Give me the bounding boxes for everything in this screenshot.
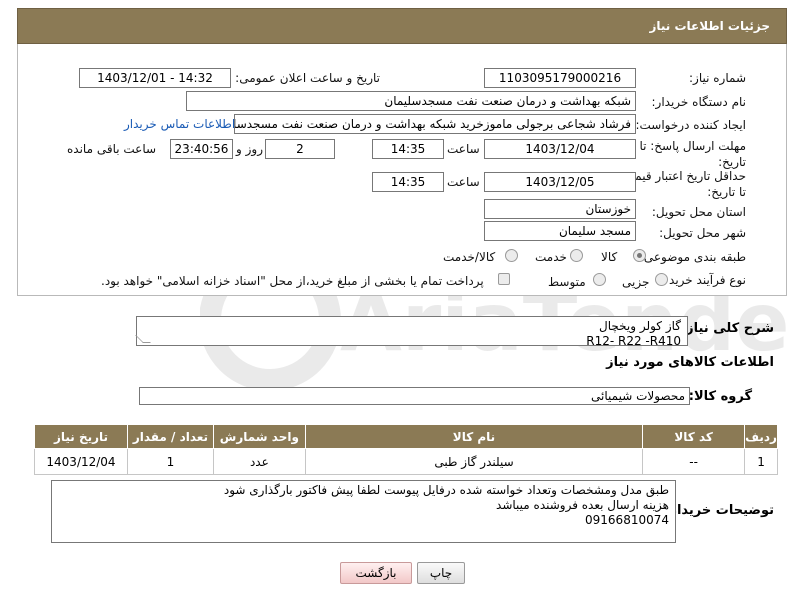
treasury-bonds-checkbox[interactable]	[498, 273, 510, 285]
goods-group-field: محصولات شیمیائی	[139, 387, 690, 405]
city-label: شهر محل تحویل:	[659, 226, 746, 240]
buyer-notes-label: توضیحات خریدار:	[664, 503, 774, 518]
cell-code: --	[642, 448, 746, 475]
remaining-time-field: 23:40:56	[170, 139, 233, 159]
need-description-label: شرح کلی نیاز:	[680, 321, 774, 336]
col-header-date: تاریخ نیاز	[34, 424, 128, 449]
process-minor-radio[interactable]	[655, 273, 668, 286]
reply-date-field: 1403/12/04	[484, 139, 636, 159]
panel-header: جزئیات اطلاعات نیاز	[17, 8, 787, 44]
city-field: مسجد سلیمان	[484, 221, 636, 241]
buyer-contact-link[interactable]: اطلاعات تماس خریدار	[124, 117, 235, 131]
col-header-unit: واحد شمارش	[212, 424, 306, 449]
category-goods-radio[interactable]	[633, 249, 646, 262]
table-row: 1 -- سیلندر گاز طبی عدد 1 1403/12/04	[34, 448, 778, 475]
cell-name: سیلندر گاز طبی	[304, 448, 644, 475]
announce-datetime-label: تاریخ و ساعت اعلان عمومی:	[235, 71, 380, 85]
need-description-textarea: گاز کولر ویخچال R12- R22 -R410	[135, 316, 688, 348]
need-number-field: 1103095179000216	[484, 68, 636, 88]
goods-group-label: گروه کالا:	[688, 389, 752, 404]
need-number-label: شماره نیاز:	[689, 71, 746, 85]
buyer-notes-line-1: طبق مدل ومشخصات وتعداد خواسته شده درفایل…	[223, 483, 669, 497]
process-medium-label: متوسط	[548, 275, 586, 289]
province-label: استان محل تحویل:	[651, 205, 746, 219]
category-goods-label: کالا	[601, 250, 618, 264]
cell-row-num: 1	[744, 448, 778, 475]
cell-quantity: 1	[127, 448, 214, 475]
requester-label: ایجاد کننده درخواست:	[635, 118, 746, 132]
col-header-code: کد کالا	[642, 424, 746, 449]
reply-time-field: 14:35	[372, 139, 444, 159]
requester-field: فرشاد شجاعی برجولی ماموزخرید شبکه بهداشت…	[234, 114, 636, 134]
province-field: خوزستان	[484, 199, 636, 219]
price-validity-time-field: 14:35	[372, 172, 444, 192]
reply-time-label: ساعت	[447, 142, 480, 156]
buyer-notes-line-2: هزینه ارسال بعده فروشنده میباشد	[496, 498, 669, 512]
price-validity-time-label: ساعت	[447, 175, 480, 189]
cell-unit: عدد	[212, 448, 306, 475]
remaining-label: ساعت باقی مانده	[67, 142, 157, 156]
category-label: طبقه بندی موضوعی:	[639, 250, 746, 264]
need-description-line-2: R12- R22 -R410	[586, 334, 681, 348]
treasury-bonds-text: پرداخت تمام یا بخشی از مبلغ خرید،از محل …	[101, 274, 484, 288]
col-header-row-num: ردیف	[744, 424, 778, 449]
print-button[interactable]: چاپ	[417, 562, 465, 584]
goods-info-heading: اطلاعات کالاهای مورد نیاز	[606, 355, 774, 370]
category-goods-service-radio[interactable]	[505, 249, 518, 262]
table-header-row: ردیف کد کالا نام کالا واحد شمارش تعداد /…	[34, 424, 778, 449]
col-header-quantity: تعداد / مقدار	[127, 424, 214, 449]
category-service-label: خدمت	[535, 250, 567, 264]
buyer-notes-textarea: طبق مدل ومشخصات وتعداد خواسته شده درفایل…	[51, 480, 676, 543]
reply-deadline-label: مهلت ارسال پاسخ: تا تاریخ:	[639, 139, 746, 169]
category-goods-service-label: کالا/خدمت	[443, 250, 496, 264]
goods-table: ردیف کد کالا نام کالا واحد شمارش تعداد /…	[34, 424, 778, 475]
cell-date: 1403/12/04	[34, 448, 128, 475]
process-minor-label: جزیی	[622, 275, 650, 289]
process-medium-radio[interactable]	[593, 273, 606, 286]
price-validity-date-field: 1403/12/05	[484, 172, 636, 192]
page-title: جزئیات اطلاعات نیاز	[649, 19, 770, 33]
buyer-org-field: شبکه بهداشت و درمان صنعت نفت مسجدسلیمان	[186, 91, 636, 111]
days-label: روز و	[236, 142, 263, 156]
category-service-radio[interactable]	[570, 249, 583, 262]
buyer-notes-line-3: 09166810074	[585, 513, 669, 527]
buyer-org-label: نام دستگاه خریدار:	[651, 95, 747, 109]
purchase-process-label: نوع فرآیند خرید :	[661, 273, 746, 287]
remaining-days-field: 2	[265, 139, 335, 159]
announce-datetime-field: 1403/12/01 - 14:32	[79, 68, 231, 88]
col-header-name: نام کالا	[304, 424, 644, 449]
back-button[interactable]: بازگشت	[340, 562, 412, 584]
need-description-line-1: گاز کولر ویخچال	[599, 319, 681, 333]
